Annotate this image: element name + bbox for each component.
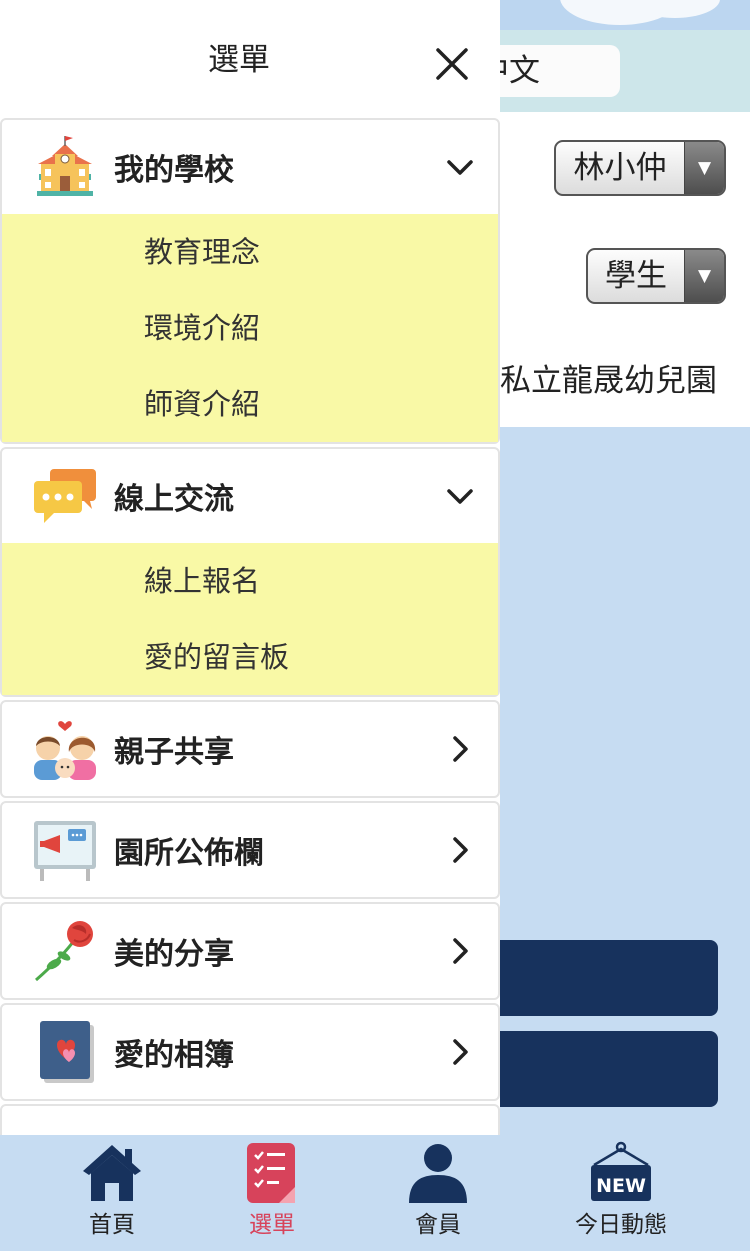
menu-item-label: 愛的相簿 <box>114 1038 234 1073</box>
menu-item-label: 線上交流 <box>114 482 234 517</box>
menu-item-bulletin[interactable]: 園所公佈欄 <box>2 803 498 897</box>
background-button[interactable] <box>480 1031 718 1107</box>
menu-item-my-school[interactable]: 我的學校 <box>2 120 498 214</box>
menu-group-my-school: 我的學校 教育理念 環境介紹 師資介紹 <box>0 118 500 444</box>
side-menu-drawer: 選單 我的學校 教育理念 環境介紹 師資介紹 線上交流 線上報名 愛的留言板 親… <box>0 0 500 1135</box>
menu-group-online-exchange: 線上交流 線上報名 愛的留言板 <box>0 447 500 697</box>
nav-label: 會員 <box>415 1212 461 1238</box>
menu-item-label: 我的學校 <box>114 153 234 188</box>
menu-checklist-icon <box>247 1143 295 1203</box>
menu-group-partial <box>0 1104 500 1135</box>
submenu-list: 教育理念 環境介紹 師資介紹 <box>2 214 498 442</box>
menu-item-label: 美的分享 <box>114 937 234 972</box>
chevron-down-icon <box>447 160 473 175</box>
user-select[interactable]: 林小仲 ▼ <box>554 140 726 196</box>
nav-member[interactable]: 會員 <box>368 1141 508 1239</box>
dropdown-arrow-icon: ▼ <box>684 142 724 194</box>
menu-group-parent-child: 親子共享 <box>0 700 500 798</box>
partial-menu-icon <box>32 1120 98 1135</box>
chevron-right-icon <box>453 1039 468 1065</box>
new-sign-icon: NEW <box>591 1141 651 1201</box>
submenu-item[interactable]: 愛的留言板 <box>2 619 498 695</box>
chat-bubbles-icon <box>32 463 98 529</box>
member-icon <box>409 1144 467 1203</box>
drawer-title: 選單 <box>208 42 270 78</box>
submenu-item[interactable]: 教育理念 <box>2 214 498 290</box>
bulletin-board-icon <box>32 817 98 883</box>
nav-label: 首頁 <box>89 1212 135 1238</box>
submenu-list: 線上報名 愛的留言板 <box>2 543 498 695</box>
home-icon <box>83 1145 141 1201</box>
menu-group-beauty-share: 美的分享 <box>0 902 500 1000</box>
svg-text:NEW: NEW <box>596 1175 646 1197</box>
family-icon <box>32 716 98 782</box>
close-icon[interactable] <box>432 44 472 84</box>
submenu-item[interactable]: 線上報名 <box>2 543 498 619</box>
user-select-value: 林小仲 <box>573 150 667 186</box>
menu-item-label: 親子共享 <box>114 735 234 770</box>
nav-home[interactable]: 首頁 <box>42 1141 182 1239</box>
school-name: 私立龍晟幼兒園 <box>500 363 717 399</box>
drawer-header: 選單 <box>0 0 500 118</box>
role-select-value: 學生 <box>605 258 667 294</box>
chevron-right-icon <box>453 736 468 762</box>
menu-item-photo-album[interactable]: 愛的相簿 <box>2 1005 498 1099</box>
rose-icon <box>32 918 98 984</box>
menu-item-parent-child[interactable]: 親子共享 <box>2 702 498 796</box>
menu-item-online-exchange[interactable]: 線上交流 <box>2 449 498 543</box>
school-icon <box>32 134 98 200</box>
background-button[interactable] <box>480 940 718 1016</box>
nav-label: 選單 <box>249 1212 295 1238</box>
menu-item-label: 園所公佈欄 <box>114 836 264 871</box>
menu-item-beauty-share[interactable]: 美的分享 <box>2 904 498 998</box>
menu-group-bulletin: 園所公佈欄 <box>0 801 500 899</box>
dropdown-arrow-icon: ▼ <box>684 250 724 302</box>
bottom-navigation: 首頁 選單 會員 NEW 今日動態 <box>0 1135 750 1251</box>
menu-item-partial[interactable] <box>2 1106 498 1135</box>
nav-menu[interactable]: 選單 <box>202 1141 342 1239</box>
nav-label: 今日動態 <box>575 1212 667 1238</box>
chevron-right-icon <box>453 938 468 964</box>
nav-today-news[interactable]: NEW 今日動態 <box>551 1141 691 1239</box>
chevron-right-icon <box>453 837 468 863</box>
role-select[interactable]: 學生 ▼ <box>586 248 726 304</box>
photo-album-icon <box>32 1019 98 1085</box>
menu-group-photo-album: 愛的相簿 <box>0 1003 500 1101</box>
submenu-item[interactable]: 師資介紹 <box>2 366 498 442</box>
chevron-down-icon <box>447 489 473 504</box>
submenu-item[interactable]: 環境介紹 <box>2 290 498 366</box>
